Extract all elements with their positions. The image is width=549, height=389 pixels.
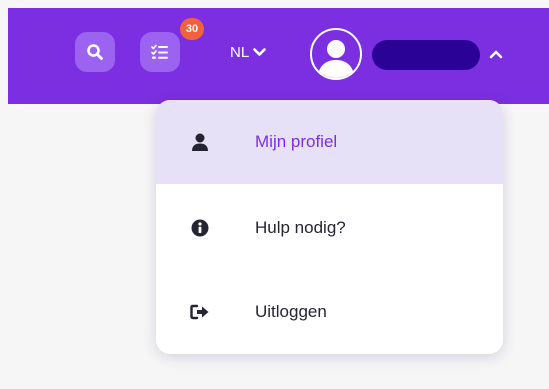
language-label: NL <box>230 43 250 61</box>
menu-item-label: Mijn profiel <box>255 132 338 151</box>
user-dropdown-menu: Mijn profiel Hulp nodig? Uitloggen <box>156 100 503 354</box>
chevron-up-icon[interactable] <box>488 47 504 61</box>
user-avatar[interactable] <box>310 28 362 80</box>
search-icon <box>87 44 103 60</box>
logout-icon <box>190 302 210 322</box>
chevron-down-icon <box>253 47 266 56</box>
tasks-icon <box>151 44 168 59</box>
notification-badge: 30 <box>180 18 204 40</box>
page: 30 NL Mijn profiel Hulp nodig? Uitloggen <box>0 0 549 389</box>
tasks-button[interactable] <box>140 32 180 72</box>
menu-item-label: Uitloggen <box>255 302 327 321</box>
search-button[interactable] <box>75 32 115 72</box>
menu-item-label: Hulp nodig? <box>255 218 346 237</box>
menu-item-help[interactable]: Hulp nodig? <box>156 186 503 270</box>
user-avatar-icon <box>318 40 354 78</box>
menu-item-logout[interactable]: Uitloggen <box>156 270 503 354</box>
menu-item-my-profile[interactable]: Mijn profiel <box>156 100 503 184</box>
user-icon <box>190 132 210 152</box>
language-selector[interactable]: NL <box>230 40 266 64</box>
info-icon <box>190 218 210 238</box>
user-name-redacted <box>372 40 480 70</box>
